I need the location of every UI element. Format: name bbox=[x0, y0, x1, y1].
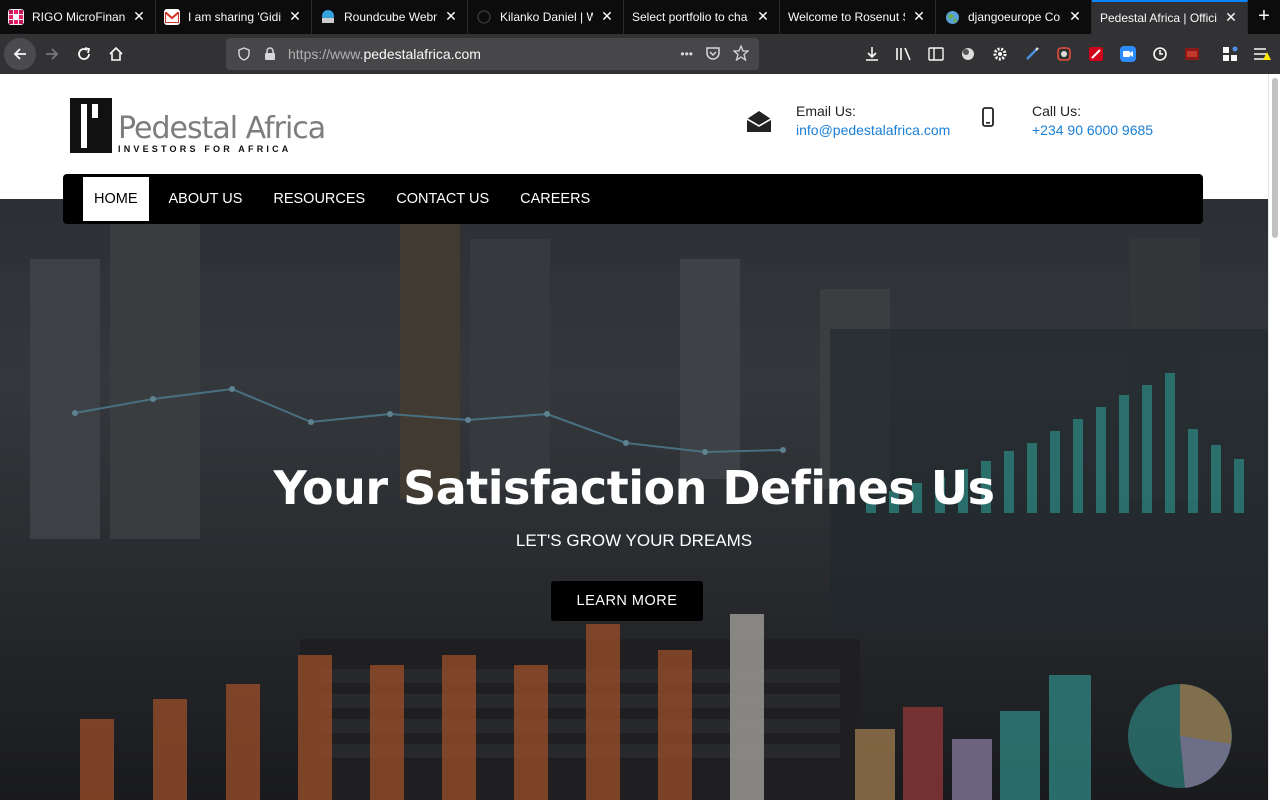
close-icon[interactable]: ✕ bbox=[599, 9, 615, 25]
mobile-phone-icon bbox=[978, 102, 998, 132]
close-icon[interactable]: ✕ bbox=[1223, 10, 1239, 26]
nav-item-home[interactable]: HOME bbox=[83, 177, 149, 221]
tab-title: Pedestal Africa | Offici bbox=[1100, 11, 1217, 25]
email-contact: Email Us: info@pedestalafrica.com bbox=[744, 102, 950, 140]
close-icon[interactable]: ✕ bbox=[131, 9, 147, 25]
new-tab-button[interactable]: + bbox=[1248, 0, 1280, 34]
tab-gmail[interactable]: I am sharing 'Gidi ✕ bbox=[156, 0, 312, 34]
hero-title: Your Satisfaction Defines Us bbox=[273, 461, 995, 515]
pocket-icon[interactable] bbox=[705, 45, 721, 64]
toolbar-icons bbox=[856, 38, 1278, 70]
browser-toolbar: https://www.pedestalafrica.com ••• bbox=[0, 34, 1280, 74]
email-label: Email Us: bbox=[796, 103, 856, 119]
reload-button[interactable] bbox=[68, 38, 100, 70]
web-page: Pedestal Africa INVESTORS FOR AFRICA Ema… bbox=[0, 74, 1268, 800]
phone-link[interactable]: +234 90 6000 9685 bbox=[1032, 120, 1153, 140]
arrow-right-icon bbox=[46, 48, 59, 60]
tab-title: Welcome to Rosenut S bbox=[788, 10, 905, 24]
logo-name: Pedestal Africa bbox=[118, 111, 326, 146]
library-icon[interactable] bbox=[888, 38, 920, 70]
gear-icon[interactable] bbox=[984, 38, 1016, 70]
learn-more-button[interactable]: LEARN MORE bbox=[551, 581, 703, 621]
nav-item-resources[interactable]: RESOURCES bbox=[262, 177, 376, 221]
github-icon bbox=[476, 9, 492, 25]
close-icon[interactable]: ✕ bbox=[1067, 9, 1083, 25]
extension-4-icon[interactable] bbox=[1144, 38, 1176, 70]
tab-pedestal-africa[interactable]: Pedestal Africa | Offici ✕ bbox=[1092, 0, 1248, 34]
tab-portfolio[interactable]: Select portfolio to cha ✕ bbox=[624, 0, 780, 34]
envelope-open-icon bbox=[744, 106, 774, 136]
tab-title: Select portfolio to cha bbox=[632, 10, 748, 24]
zoom-video-icon[interactable] bbox=[1112, 38, 1144, 70]
phone-contact: Call Us: +234 90 6000 9685 bbox=[978, 102, 1153, 140]
logo-mark-icon bbox=[70, 98, 112, 153]
back-button[interactable] bbox=[4, 38, 36, 70]
bookmark-star-icon[interactable] bbox=[732, 43, 750, 64]
scrollbar-thumb[interactable] bbox=[1272, 78, 1278, 238]
tab-title: djangoeurope Con bbox=[968, 10, 1061, 24]
close-icon[interactable]: ✕ bbox=[287, 9, 303, 25]
main-navigation: HOME ABOUT US RESOURCES CONTACT US CAREE… bbox=[63, 174, 1203, 224]
gmail-icon bbox=[164, 9, 180, 25]
reload-icon bbox=[78, 47, 91, 60]
close-icon[interactable]: ✕ bbox=[911, 9, 927, 25]
extensions-puzzle-icon[interactable] bbox=[1214, 38, 1246, 70]
tab-djangoeurope[interactable]: djangoeurope Con ✕ bbox=[936, 0, 1092, 34]
tab-rigo[interactable]: RIGO MicroFinance ✕ bbox=[0, 0, 156, 34]
phone-label: Call Us: bbox=[1032, 103, 1082, 119]
home-button[interactable] bbox=[100, 38, 132, 70]
tab-rosenut[interactable]: Welcome to Rosenut S ✕ bbox=[780, 0, 936, 34]
url-bar[interactable]: https://www.pedestalafrica.com ••• bbox=[226, 38, 759, 70]
nav-item-about-us[interactable]: ABOUT US bbox=[158, 177, 254, 221]
page-actions-menu-icon[interactable]: ••• bbox=[680, 47, 693, 61]
close-icon[interactable]: ✕ bbox=[755, 9, 771, 25]
home-icon bbox=[109, 46, 123, 61]
hamburger-menu-icon[interactable] bbox=[1246, 38, 1278, 70]
site-logo[interactable]: Pedestal Africa INVESTORS FOR AFRICA bbox=[70, 98, 326, 154]
sidebar-icon[interactable] bbox=[920, 38, 952, 70]
tab-roundcube[interactable]: Roundcube Webmail ✕ bbox=[312, 0, 468, 34]
tab-title: Roundcube Webmail bbox=[344, 10, 437, 24]
tab-title: I am sharing 'Gidi bbox=[188, 10, 281, 24]
tab-title: RIGO MicroFinance bbox=[32, 10, 125, 24]
extension-5-icon[interactable] bbox=[1176, 38, 1208, 70]
close-icon[interactable]: ✕ bbox=[443, 9, 459, 25]
shield-icon[interactable] bbox=[236, 46, 252, 62]
tab-strip: RIGO MicroFinance ✕ I am sharing 'Gidi ✕… bbox=[0, 0, 1280, 34]
lock-icon[interactable] bbox=[262, 46, 278, 62]
email-link[interactable]: info@pedestalafrica.com bbox=[796, 120, 950, 140]
extension-1-icon[interactable] bbox=[952, 38, 984, 70]
download-icon[interactable] bbox=[856, 38, 888, 70]
tab-title: Kilanko Daniel | W bbox=[500, 10, 593, 24]
roundcube-icon bbox=[320, 9, 336, 25]
extension-2-icon[interactable] bbox=[1048, 38, 1080, 70]
extension-3-icon[interactable] bbox=[1080, 38, 1112, 70]
hero-banner: Your Satisfaction Defines Us LET'S GROW … bbox=[0, 199, 1268, 800]
forward-button[interactable] bbox=[36, 38, 68, 70]
page-scrollbar[interactable] bbox=[1268, 74, 1280, 800]
pen-icon[interactable] bbox=[1016, 38, 1048, 70]
hero-subtitle: LET'S GROW YOUR DREAMS bbox=[515, 531, 753, 550]
nav-item-careers[interactable]: CAREERS bbox=[509, 177, 601, 221]
tab-github[interactable]: Kilanko Daniel | W ✕ bbox=[468, 0, 624, 34]
url-text[interactable]: https://www.pedestalafrica.com bbox=[288, 46, 481, 62]
rigo-favicon-icon bbox=[8, 9, 24, 25]
globe-icon bbox=[944, 9, 960, 25]
nav-item-contact-us[interactable]: CONTACT US bbox=[385, 177, 500, 221]
arrow-left-icon bbox=[13, 48, 26, 60]
